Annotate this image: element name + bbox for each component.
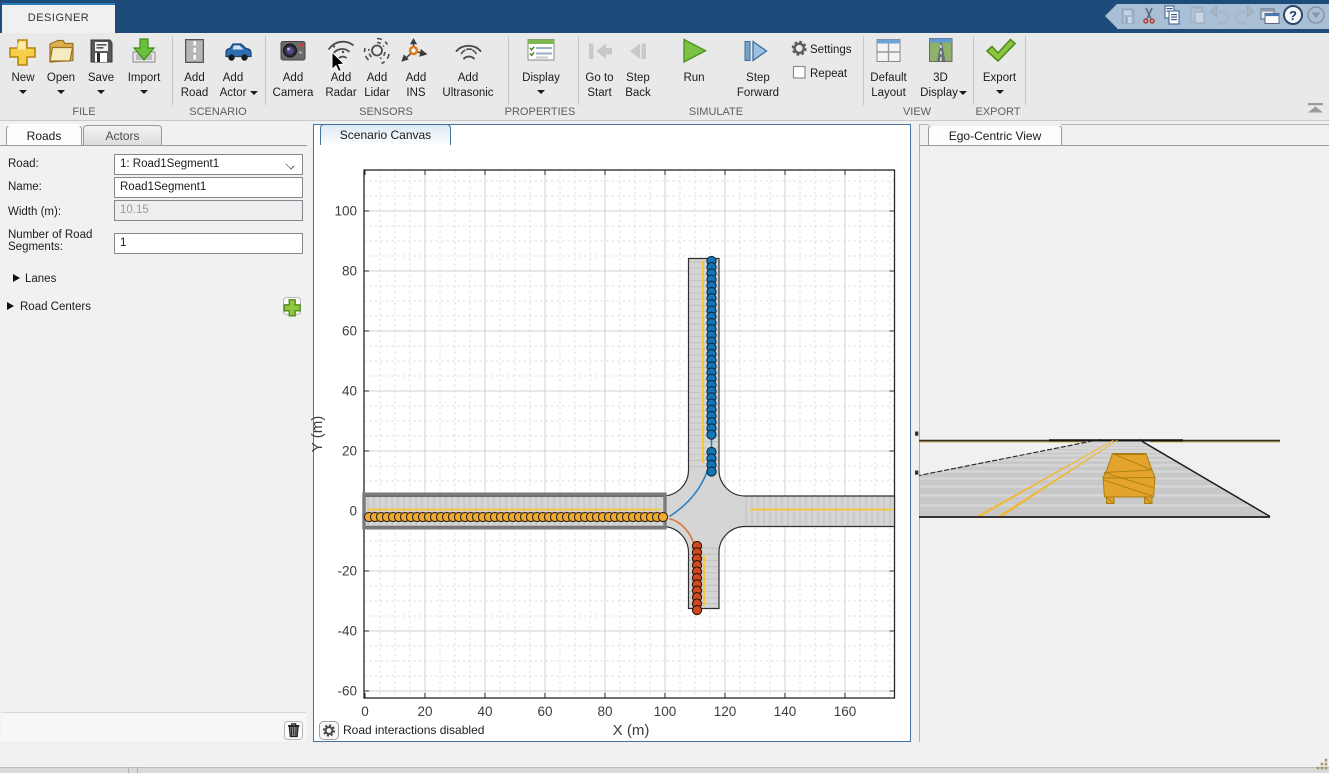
svg-text:?: ? [1289,8,1297,23]
